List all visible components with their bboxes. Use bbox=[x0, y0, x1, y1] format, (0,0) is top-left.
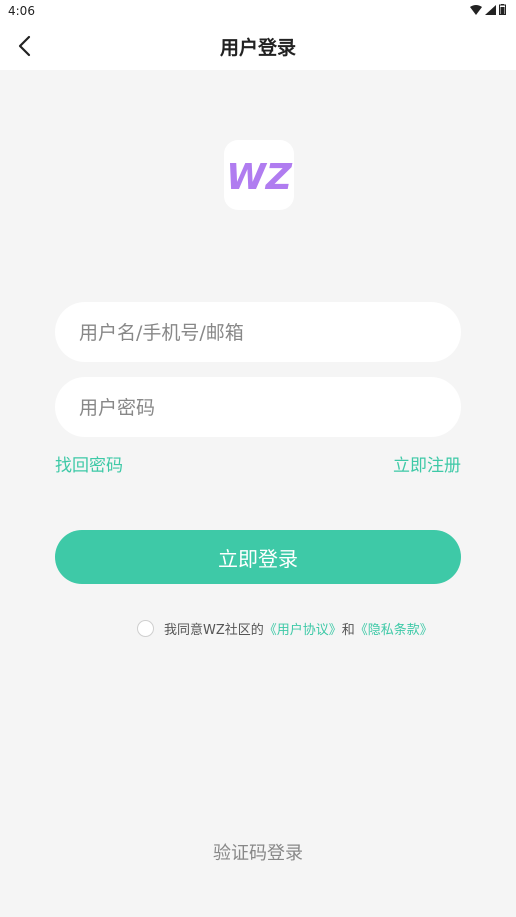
agreement-text: 我同意WZ社区的 bbox=[164, 623, 264, 638]
agreement-checkbox[interactable] bbox=[137, 620, 154, 637]
register-link[interactable]: 立即注册 bbox=[393, 451, 461, 476]
username-input[interactable] bbox=[77, 302, 441, 364]
page-title: 用户登录 bbox=[219, 37, 296, 59]
login-button[interactable]: 立即登录 bbox=[55, 530, 461, 584]
password-input[interactable] bbox=[77, 377, 441, 439]
nav-bar: 用户登录 bbox=[0, 22, 516, 70]
wifi-icon bbox=[470, 4, 482, 15]
status-bar: 4:06 bbox=[0, 0, 516, 22]
signal-icon bbox=[485, 4, 496, 15]
logo-text: WZ bbox=[226, 157, 293, 198]
status-time: 4:06 bbox=[8, 4, 35, 18]
password-field[interactable] bbox=[55, 377, 461, 439]
wz-logo-icon: WZ bbox=[226, 157, 293, 198]
user-agreement-link[interactable]: 《用户协议》 bbox=[264, 619, 342, 638]
battery-icon bbox=[499, 4, 506, 15]
agreement-and: 和 bbox=[341, 623, 355, 638]
app-logo: WZ bbox=[224, 140, 294, 210]
agreement-row: 我同意WZ社区的 《用户协议》 和 《隐私条款》 bbox=[137, 619, 433, 638]
forgot-password-link[interactable]: 找回密码 bbox=[55, 451, 123, 476]
sms-login-link[interactable]: 验证码登录 bbox=[0, 839, 516, 865]
status-icons bbox=[470, 4, 506, 15]
username-field[interactable] bbox=[55, 302, 461, 364]
privacy-policy-link[interactable]: 《隐私条款》 bbox=[355, 619, 433, 638]
